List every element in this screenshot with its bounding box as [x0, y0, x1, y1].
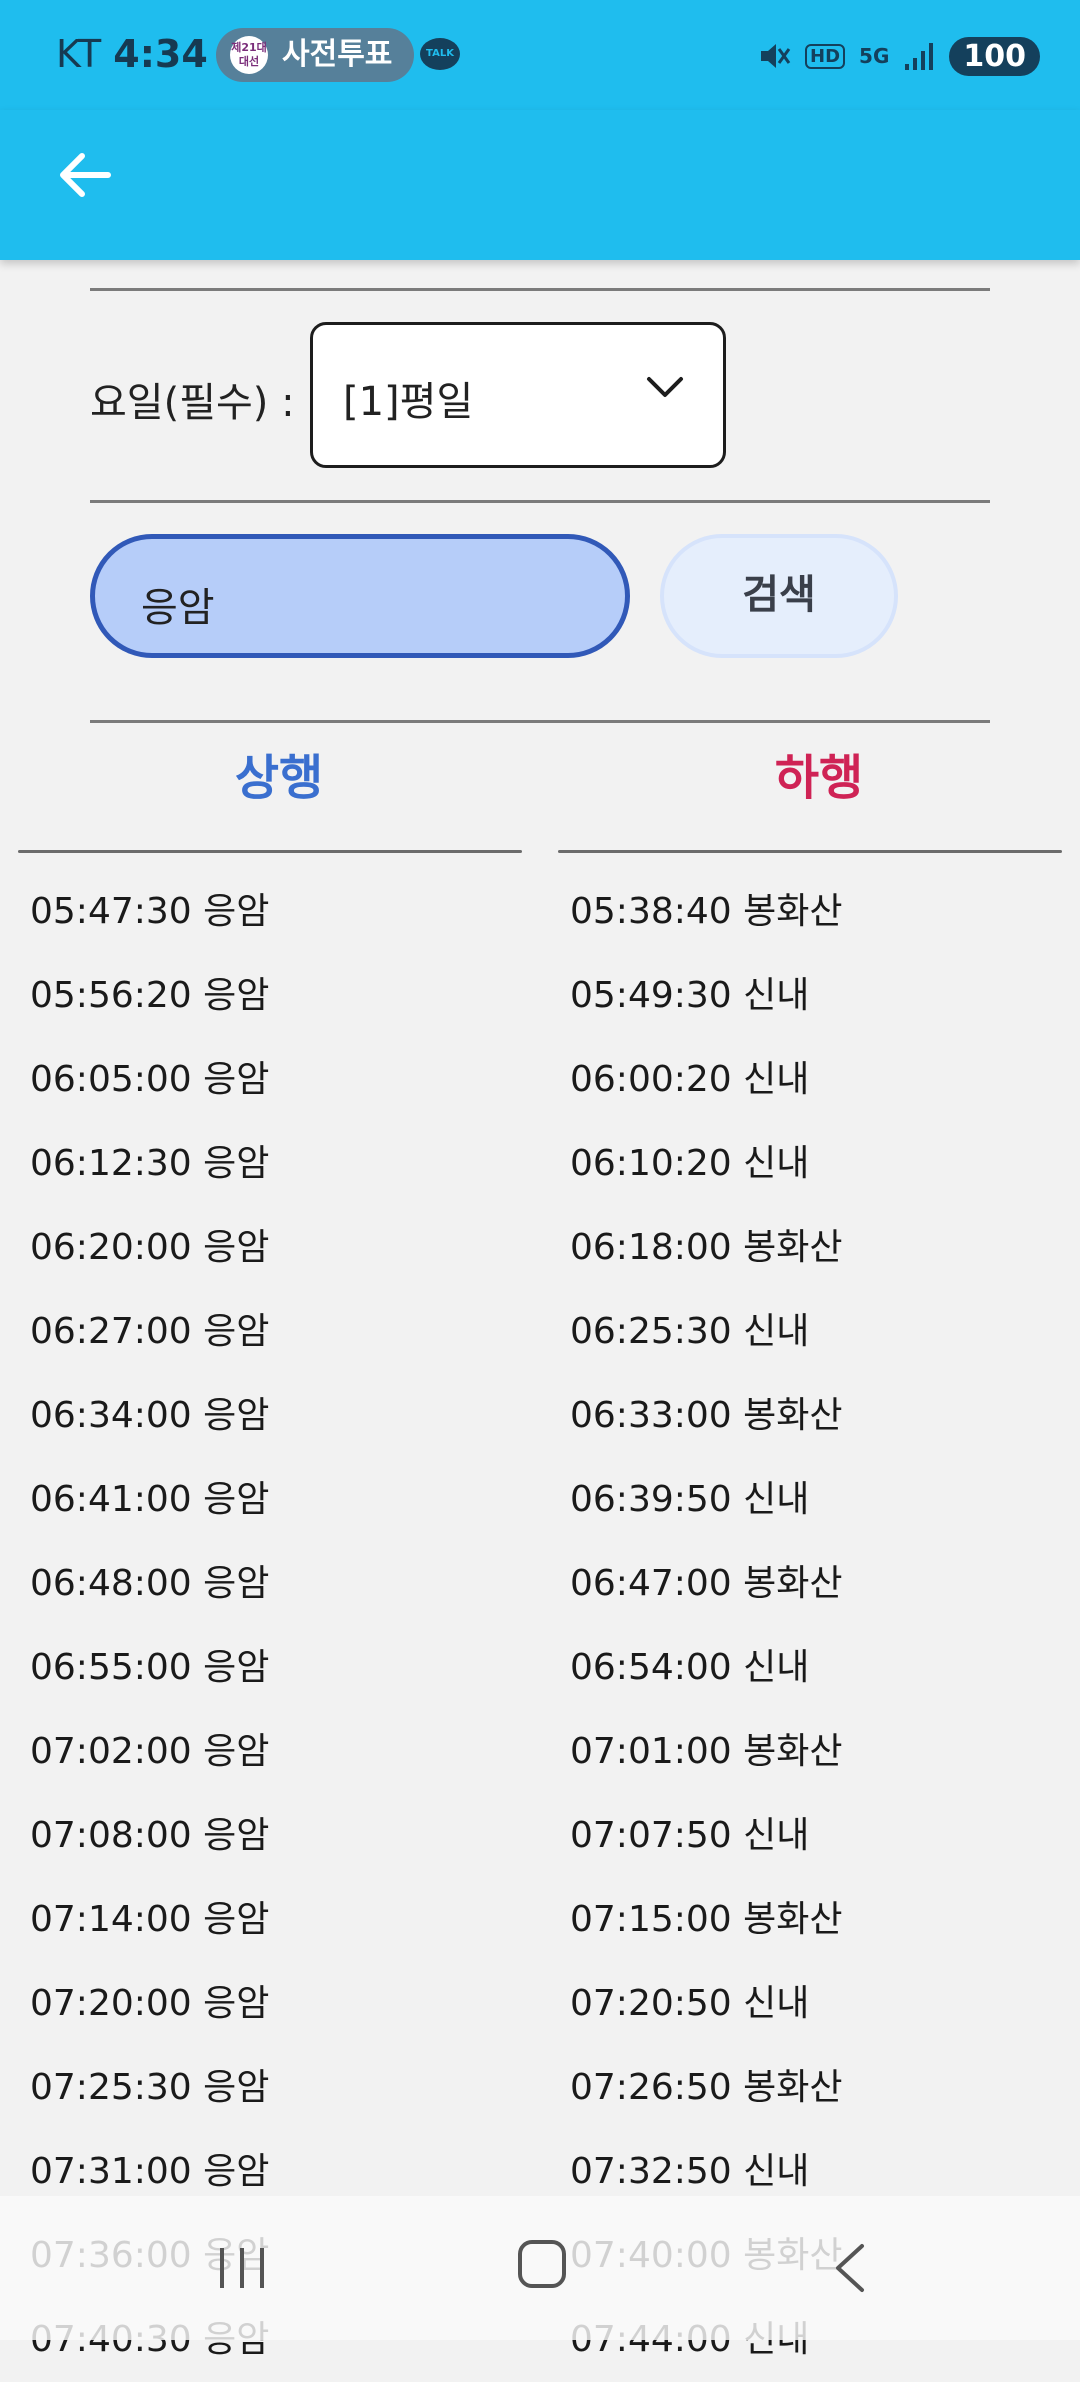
- early-vote-notification: 제21대 대선 사전투표: [216, 28, 415, 82]
- chevron-down-icon: [647, 377, 683, 397]
- schedule-row: 06:41:00 응암: [30, 1479, 270, 1520]
- schedule-row: 06:00:20 신내: [570, 1059, 810, 1100]
- divider: [90, 288, 990, 291]
- schedule-row: 07:15:00 봉화산: [570, 1899, 843, 1940]
- battery-indicator: 100: [949, 36, 1040, 76]
- day-label: 요일(필수) :: [90, 380, 295, 426]
- early-vote-label: 사전투표: [282, 37, 393, 72]
- schedule-row: 06:18:00 봉화산: [570, 1227, 843, 1268]
- schedule-row: 06:54:00 신내: [570, 1647, 810, 1688]
- home-icon[interactable]: [518, 2240, 566, 2288]
- schedule-row: 06:33:00 봉화산: [570, 1395, 843, 1436]
- 5g-icon: 5G: [859, 44, 890, 68]
- schedule-row: 05:49:30 신내: [570, 975, 810, 1016]
- schedule-row: 07:02:00 응암: [30, 1731, 270, 1772]
- divider: [90, 500, 990, 503]
- tab-underline-upbound: [18, 850, 522, 853]
- search-button[interactable]: 검색: [660, 534, 898, 658]
- schedule-row: 05:38:40 봉화산: [570, 891, 843, 932]
- clock: 4:34: [113, 32, 208, 76]
- status-icons: HD 5G 100: [757, 30, 1040, 82]
- upbound-schedule-list[interactable]: 05:47:30 응암 05:56:20 응암 06:05:00 응암 06:12:3…: [30, 870, 269, 2382]
- downbound-schedule-list[interactable]: 05:38:40 봉화산 05:49:30 신내 06:00:20 신내 06:10:…: [570, 870, 843, 2382]
- system-navigation-bar: [0, 2196, 1080, 2340]
- schedule-row: 06:48:00 응암: [30, 1563, 270, 1604]
- day-dropdown-value: [1]평일: [343, 379, 474, 425]
- election-badge-icon: 제21대 대선: [230, 36, 268, 74]
- tab-upbound[interactable]: 상행: [18, 738, 540, 808]
- schedule-row: 07:08:00 응암: [30, 1815, 270, 1856]
- mute-icon: [761, 44, 791, 68]
- schedule-row: 06:27:00 응암: [30, 1311, 270, 1352]
- back-button[interactable]: [50, 140, 120, 210]
- station-search-value: 응암: [141, 585, 215, 631]
- divider: [90, 720, 990, 723]
- status-carrier-time: KT 4:34: [56, 32, 208, 76]
- schedule-row: 05:56:20 응암: [30, 975, 270, 1016]
- schedule-row: 06:39:50 신내: [570, 1479, 810, 1520]
- carrier-label: KT: [56, 32, 102, 76]
- schedule-row: 07:20:50 신내: [570, 1983, 810, 2024]
- app-bar: [0, 110, 1080, 260]
- hd-icon: HD: [805, 43, 846, 69]
- recent-apps-icon[interactable]: [214, 2242, 270, 2294]
- status-bar: KT 4:34 제21대 대선 사전투표 TALK HD 5G 100: [0, 0, 1080, 110]
- day-dropdown[interactable]: [1]평일: [310, 322, 726, 468]
- schedule-row: 06:05:00 응암: [30, 1059, 270, 1100]
- schedule-row: 07:26:50 봉화산: [570, 2067, 843, 2108]
- schedule-row: 06:25:30 신내: [570, 1311, 810, 1352]
- kakaotalk-icon: TALK: [420, 38, 460, 70]
- schedule-row: 06:55:00 응암: [30, 1647, 270, 1688]
- schedule-row: 06:12:30 응암: [30, 1143, 270, 1184]
- schedule-row: 07:07:50 신내: [570, 1815, 810, 1856]
- schedule-row: 06:47:00 봉화산: [570, 1563, 843, 1604]
- tab-underline-downbound: [558, 850, 1062, 853]
- schedule-row: 07:14:00 응암: [30, 1899, 270, 1940]
- schedule-row: 06:20:00 응암: [30, 1227, 270, 1268]
- tab-downbound[interactable]: 하행: [558, 738, 1080, 808]
- schedule-row: 06:10:20 신내: [570, 1143, 810, 1184]
- schedule-row: 07:25:30 응암: [30, 2067, 270, 2108]
- schedule-row: 07:01:00 봉화산: [570, 1731, 843, 1772]
- arrow-left-icon: [60, 153, 111, 197]
- schedule-row: 07:20:00 응암: [30, 1983, 270, 2024]
- schedule-row: 06:34:00 응암: [30, 1395, 270, 1436]
- nav-back-icon[interactable]: [826, 2242, 876, 2294]
- signal-icon: [905, 43, 934, 70]
- station-search-input[interactable]: 응암: [90, 534, 630, 658]
- schedule-row: 05:47:30 응암: [30, 891, 270, 932]
